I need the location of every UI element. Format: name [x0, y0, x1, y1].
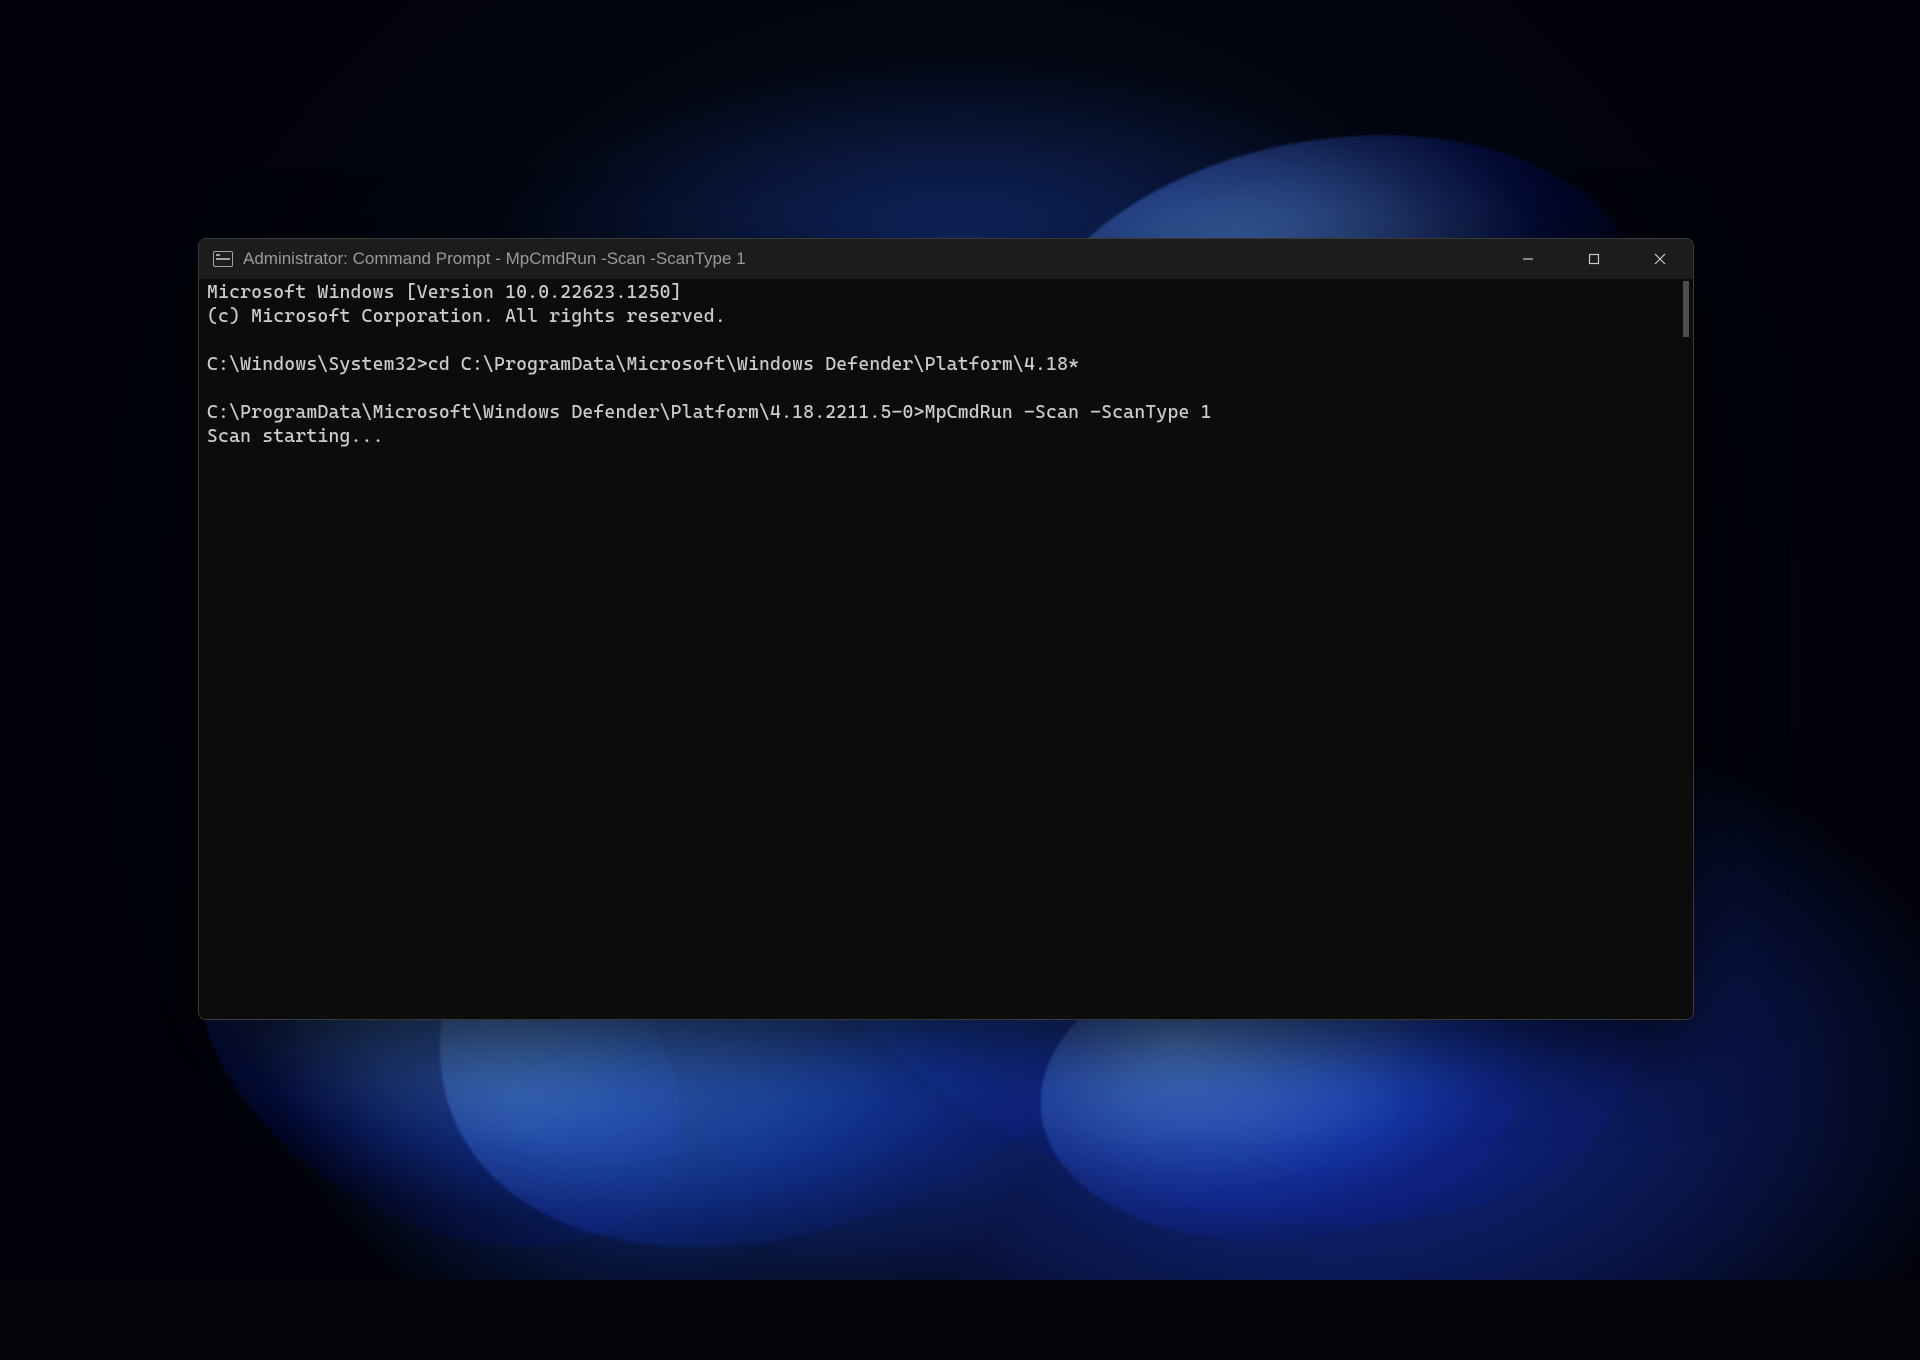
window-controls [1495, 239, 1693, 279]
maximize-icon [1588, 253, 1600, 265]
terminal-line [207, 329, 1685, 353]
terminal-line [207, 377, 1685, 401]
terminal-line: C:\Windows\System32>cd C:\ProgramData\Mi… [207, 353, 1685, 377]
command-prompt-window: Administrator: Command Prompt - MpCmdRun… [198, 238, 1694, 1020]
terminal-line: (c) Microsoft Corporation. All rights re… [207, 305, 1685, 329]
terminal-line: C:\ProgramData\Microsoft\Windows Defende… [207, 401, 1685, 425]
terminal-line: Scan starting... [207, 425, 1685, 449]
window-title: Administrator: Command Prompt - MpCmdRun… [243, 249, 746, 269]
minimize-icon [1522, 253, 1534, 265]
minimize-button[interactable] [1495, 239, 1561, 279]
terminal-output[interactable]: Microsoft Windows [Version 10.0.22623.12… [199, 279, 1693, 1019]
close-button[interactable] [1627, 239, 1693, 279]
window-titlebar[interactable]: Administrator: Command Prompt - MpCmdRun… [199, 239, 1693, 279]
close-icon [1654, 253, 1666, 265]
maximize-button[interactable] [1561, 239, 1627, 279]
vertical-scrollbar[interactable] [1679, 281, 1691, 1015]
terminal-line: Microsoft Windows [Version 10.0.22623.12… [207, 281, 1685, 305]
scrollbar-thumb[interactable] [1683, 281, 1689, 337]
cmd-prompt-icon [213, 251, 233, 267]
